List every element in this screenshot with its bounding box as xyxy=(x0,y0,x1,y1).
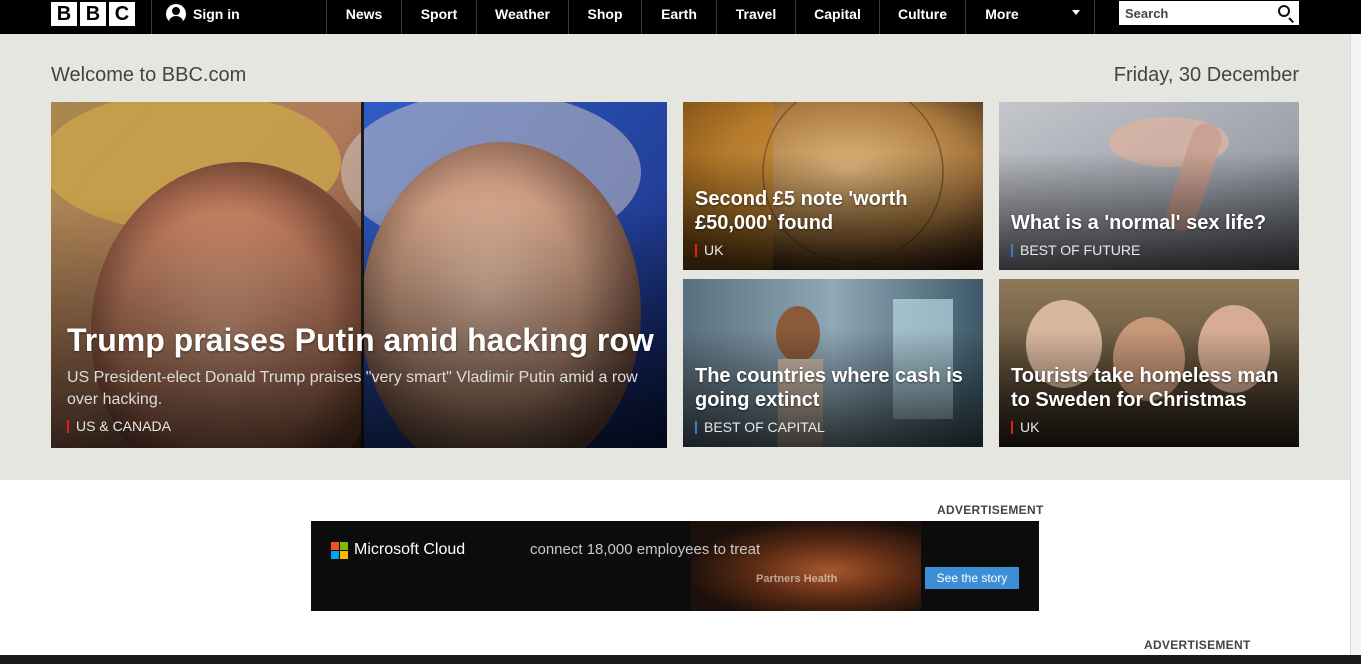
tag-marker xyxy=(695,420,697,434)
main-story-card[interactable]: Trump praises Putin amid hacking row US … xyxy=(51,102,667,448)
nav-item-shop[interactable]: Shop xyxy=(569,0,641,28)
tag-label: UK xyxy=(704,242,724,258)
user-icon xyxy=(166,4,186,24)
bottom-strip xyxy=(0,655,1361,664)
tag-label: US & CANADA xyxy=(76,418,171,434)
advertisement-label: ADVERTISEMENT xyxy=(937,503,1044,517)
story-tile[interactable]: Tourists take homeless man to Sweden for… xyxy=(999,279,1299,447)
story-text: Second £5 note 'worth £50,000' found UK xyxy=(695,187,971,258)
story-headline[interactable]: Tourists take homeless man to Sweden for… xyxy=(1011,364,1287,412)
story-text: What is a 'normal' sex life? BEST OF FUT… xyxy=(1011,211,1287,258)
tag-marker xyxy=(1011,243,1013,257)
current-date: Friday, 30 December xyxy=(1113,64,1299,86)
story-headline[interactable]: Second £5 note 'worth £50,000' found xyxy=(695,187,971,235)
story-text: The countries where cash is going extinc… xyxy=(695,364,971,435)
ad-brand: Microsoft Cloud xyxy=(354,541,466,558)
story-tag[interactable]: BEST OF FUTURE xyxy=(1011,242,1287,258)
nav-item-sport[interactable]: Sport xyxy=(402,0,476,28)
ad-photo xyxy=(691,521,921,611)
search-icon[interactable] xyxy=(1278,5,1290,17)
story-headline[interactable]: What is a 'normal' sex life? xyxy=(1011,211,1287,235)
top-navigation-bar: B B C Sign in News Sport Weather Shop Ea… xyxy=(0,0,1361,34)
search-box[interactable] xyxy=(1119,1,1299,25)
main-story-text: Trump praises Putin amid hacking row US … xyxy=(67,321,655,434)
sign-in-label: Sign in xyxy=(193,6,240,22)
tag-label: BEST OF CAPITAL xyxy=(704,419,825,435)
bbc-logo[interactable]: B B C xyxy=(51,2,135,26)
main-story-tag[interactable]: US & CANADA xyxy=(67,418,655,434)
nav-divider xyxy=(1094,0,1095,34)
ad-tagline: connect 18,000 employees to treat xyxy=(530,541,761,558)
logo-block: B xyxy=(80,2,106,26)
see-the-story-button[interactable]: See the story xyxy=(925,567,1019,589)
sign-in-link[interactable]: Sign in xyxy=(166,0,240,28)
story-tile[interactable]: What is a 'normal' sex life? BEST OF FUT… xyxy=(999,102,1299,270)
advertisement-label: ADVERTISEMENT xyxy=(1144,638,1251,652)
story-tag[interactable]: UK xyxy=(1011,419,1287,435)
tag-marker xyxy=(695,243,697,257)
nav-item-culture[interactable]: Culture xyxy=(880,0,965,28)
search-input[interactable] xyxy=(1125,5,1265,21)
story-tile[interactable]: Second £5 note 'worth £50,000' found UK xyxy=(683,102,983,270)
story-text: Tourists take homeless man to Sweden for… xyxy=(1011,364,1287,435)
ad-photo-caption: Partners Health xyxy=(756,573,838,585)
story-tag[interactable]: UK xyxy=(695,242,971,258)
nav-item-travel[interactable]: Travel xyxy=(717,0,795,28)
story-tile[interactable]: The countries where cash is going extinc… xyxy=(683,279,983,447)
logo-block: B xyxy=(51,2,77,26)
tag-label: UK xyxy=(1020,419,1040,435)
nav-item-capital[interactable]: Capital xyxy=(796,0,879,28)
tag-marker xyxy=(1011,420,1013,434)
microsoft-logo-icon xyxy=(331,542,348,559)
tag-label: BEST OF FUTURE xyxy=(1020,242,1141,258)
nav-item-weather[interactable]: Weather xyxy=(477,0,568,28)
tag-marker xyxy=(67,419,69,433)
welcome-heading: Welcome to BBC.com xyxy=(51,64,247,86)
logo-block: C xyxy=(109,2,135,26)
story-tag[interactable]: BEST OF CAPITAL xyxy=(695,419,971,435)
nav-item-news[interactable]: News xyxy=(327,0,401,28)
main-story-headline[interactable]: Trump praises Putin amid hacking row xyxy=(67,321,655,359)
window-scrollbar[interactable] xyxy=(1350,34,1361,664)
story-headline[interactable]: The countries where cash is going extinc… xyxy=(695,364,971,412)
nav-item-more[interactable]: More xyxy=(966,0,1038,28)
nav-item-earth[interactable]: Earth xyxy=(642,0,716,28)
chevron-down-icon[interactable] xyxy=(1072,10,1080,15)
advertisement-banner[interactable]: Partners Health Microsoft Cloud connect … xyxy=(311,521,1039,611)
nav-divider xyxy=(151,0,152,34)
main-story-summary: US President-elect Donald Trump praises … xyxy=(67,369,638,408)
